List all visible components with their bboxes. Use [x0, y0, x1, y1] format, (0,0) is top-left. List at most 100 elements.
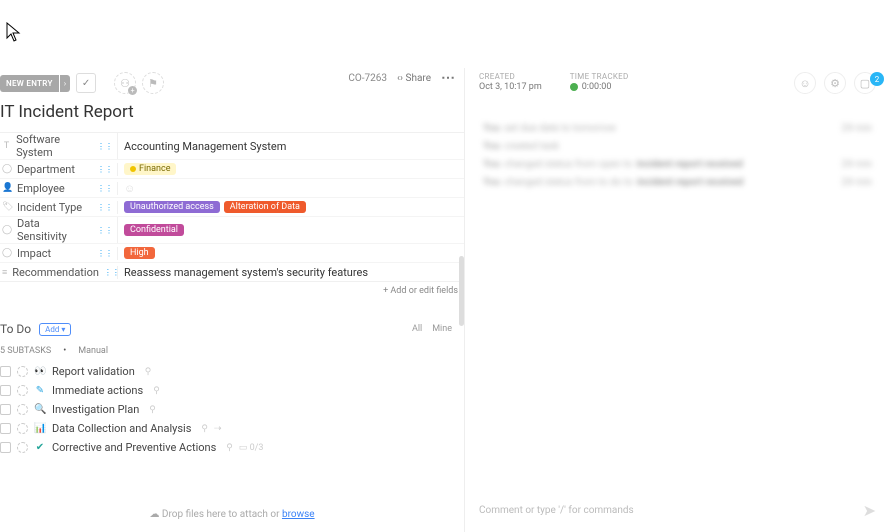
- field-row: ◯Data Sensitivity⋮⋮ Confidential: [0, 217, 464, 244]
- activity-row: You changed status from open to incident…: [483, 159, 872, 170]
- time-tracked-value: 0:00:00: [582, 82, 612, 92]
- subtask-checkbox[interactable]: [0, 423, 11, 434]
- field-value[interactable]: Reassess management system's security fe…: [118, 263, 464, 281]
- field-value[interactable]: Unauthorized access Alteration of Data: [118, 198, 464, 216]
- subtask-row[interactable]: ✔ Corrective and Preventive Actions ⚲ ▭ 0/3: [0, 438, 464, 457]
- empty-value-icon: ☺: [124, 182, 135, 195]
- field-value[interactable]: High: [118, 244, 464, 262]
- subtask-status-circle[interactable]: [17, 366, 28, 377]
- assignee-button[interactable]: ⚇ +: [114, 72, 136, 94]
- field-row: 🏷Incident Type⋮⋮ Unauthorized access Alter…: [0, 198, 464, 217]
- field-label[interactable]: ≡Recommendation⋮⋮: [0, 266, 118, 279]
- field-label[interactable]: ◯Department⋮⋮: [0, 163, 118, 176]
- subtask-extra[interactable]: ⚲: [201, 424, 208, 434]
- custom-fields-table: TSoftware System⋮⋮Accounting Management …: [0, 132, 464, 282]
- send-icon[interactable]: ➤: [863, 501, 876, 520]
- play-icon[interactable]: [570, 83, 578, 91]
- field-value[interactable]: Confidential: [118, 221, 464, 239]
- tag-chip[interactable]: Alteration of Data: [224, 201, 306, 213]
- subtask-status-circle[interactable]: [17, 442, 28, 453]
- field-name: Employee: [17, 182, 65, 195]
- page-title[interactable]: IT Incident Report: [0, 98, 464, 132]
- subtask-row[interactable]: 📊Data Collection and Analysis⚲⇢: [0, 419, 464, 438]
- subtask-row[interactable]: ✎Immediate actions⚲: [0, 381, 464, 400]
- field-label[interactable]: ◯Impact⋮⋮: [0, 247, 118, 260]
- add-edit-fields-button[interactable]: + Add or edit fields: [0, 282, 464, 300]
- subtask-extra[interactable]: ⚲: [145, 367, 152, 377]
- field-value[interactable]: Accounting Management System: [118, 137, 464, 155]
- subtask-extra[interactable]: ⚲: [226, 443, 233, 453]
- field-value[interactable]: ☺: [118, 179, 464, 197]
- new-entry-dropdown[interactable]: ›: [60, 75, 70, 92]
- field-value[interactable]: Finance: [118, 160, 464, 178]
- drag-handle-icon[interactable]: ⋮⋮: [97, 165, 113, 174]
- window-chrome-placeholder: [0, 0, 890, 68]
- subtask-status-circle[interactable]: [17, 404, 28, 415]
- subtask-extra[interactable]: ⚲: [149, 405, 156, 415]
- settings-circle-button[interactable]: ⚙: [824, 72, 846, 94]
- subtask-checkbox[interactable]: [0, 404, 11, 415]
- share-icon: ‹›: [397, 73, 403, 84]
- notification-badge[interactable]: 2: [870, 72, 884, 86]
- field-label[interactable]: 👤 Employee ⋮⋮: [0, 182, 118, 195]
- filter-all[interactable]: All: [412, 324, 422, 334]
- subtask-checkbox[interactable]: [0, 366, 11, 377]
- subtask-checkbox[interactable]: [0, 385, 11, 396]
- subtask-name[interactable]: Immediate actions: [52, 384, 143, 397]
- activity-row: You changed status from to do to inciden…: [483, 177, 872, 188]
- drag-handle-icon[interactable]: ⋮⋮: [97, 203, 113, 212]
- subtask-row[interactable]: 🔍 Investigation Plan ⚲: [0, 400, 464, 419]
- watchers-button[interactable]: ☺: [794, 72, 816, 94]
- field-type-icon: ≡: [2, 267, 7, 278]
- tag-chip[interactable]: Unauthorized access: [124, 201, 220, 213]
- drag-handle-icon[interactable]: ⋮⋮: [97, 142, 113, 151]
- drag-handle-icon[interactable]: ⋮⋮: [97, 226, 113, 235]
- browse-link[interactable]: browse: [282, 509, 315, 520]
- activity-row: You set due date to tomorrow24 min: [483, 123, 872, 134]
- more-menu-button[interactable]: ⋯: [441, 70, 456, 86]
- subtask-extra[interactable]: ▭ 0/3: [239, 443, 264, 453]
- field-type-icon: 👤: [2, 183, 12, 193]
- tag-chip[interactable]: Finance: [124, 163, 176, 175]
- field-row: ◯Impact⋮⋮High: [0, 244, 464, 263]
- subtask-icon: 🔍: [34, 404, 46, 415]
- subtask-status-circle[interactable]: [17, 423, 28, 434]
- drag-handle-icon[interactable]: ⋮⋮: [104, 268, 120, 277]
- subtask-extra[interactable]: ⚲: [153, 386, 160, 396]
- created-meta: CREATED Oct 3, 10:17 pm: [479, 72, 542, 92]
- field-row: 👤 Employee ⋮⋮ ☺: [0, 179, 464, 198]
- comment-input[interactable]: Comment or type '/' for commands ➤: [475, 494, 880, 526]
- complete-task-button[interactable]: ✓: [76, 73, 96, 93]
- new-entry-button[interactable]: NEW ENTRY: [0, 75, 59, 92]
- tag-chip[interactable]: Confidential: [124, 224, 184, 236]
- drag-handle-icon[interactable]: ⋮⋮: [97, 249, 113, 258]
- field-label[interactable]: ◯Data Sensitivity⋮⋮: [0, 217, 118, 243]
- subtask-name[interactable]: Investigation Plan: [52, 403, 139, 416]
- main-panel: NEW ENTRY › ✓ ⚇ + ⚑ CO-7263 ‹› Share ⋯ I…: [0, 68, 465, 532]
- subtask-row[interactable]: 👀Report validation⚲: [0, 362, 464, 381]
- attachment-dropzone[interactable]: ☁ Drop files here to attach or browse: [0, 503, 464, 526]
- scrollbar[interactable]: [459, 118, 464, 462]
- time-tracked-meta[interactable]: TIME TRACKED 0:00:00: [570, 72, 629, 92]
- subtask-icon: ✔: [34, 442, 46, 453]
- tag-chip[interactable]: High: [124, 247, 155, 259]
- subtask-name[interactable]: Data Collection and Analysis: [52, 422, 191, 435]
- share-button[interactable]: ‹› Share: [397, 73, 431, 84]
- add-subtask-button[interactable]: Add ▾: [39, 323, 71, 336]
- filter-mine[interactable]: Mine: [432, 324, 452, 334]
- subtasks-sort-manual[interactable]: Manual: [78, 346, 108, 356]
- subtask-extra[interactable]: ⇢: [214, 424, 222, 434]
- priority-flag-button[interactable]: ⚑: [142, 72, 164, 94]
- subtask-name[interactable]: Report validation: [52, 365, 135, 378]
- subtask-checkbox[interactable]: [0, 442, 11, 453]
- field-name: Software System: [16, 133, 92, 159]
- subtask-status-circle[interactable]: [17, 385, 28, 396]
- plus-icon: +: [128, 86, 137, 95]
- field-label[interactable]: TSoftware System⋮⋮: [0, 133, 118, 159]
- subtask-name[interactable]: Corrective and Preventive Actions: [52, 441, 216, 454]
- drag-handle-icon[interactable]: ⋮⋮: [97, 184, 113, 193]
- field-label[interactable]: 🏷Incident Type⋮⋮: [0, 201, 118, 214]
- field-row: ≡Recommendation⋮⋮Reassess management sys…: [0, 263, 464, 281]
- task-id[interactable]: CO-7263: [348, 73, 387, 84]
- field-name: Impact: [17, 247, 51, 260]
